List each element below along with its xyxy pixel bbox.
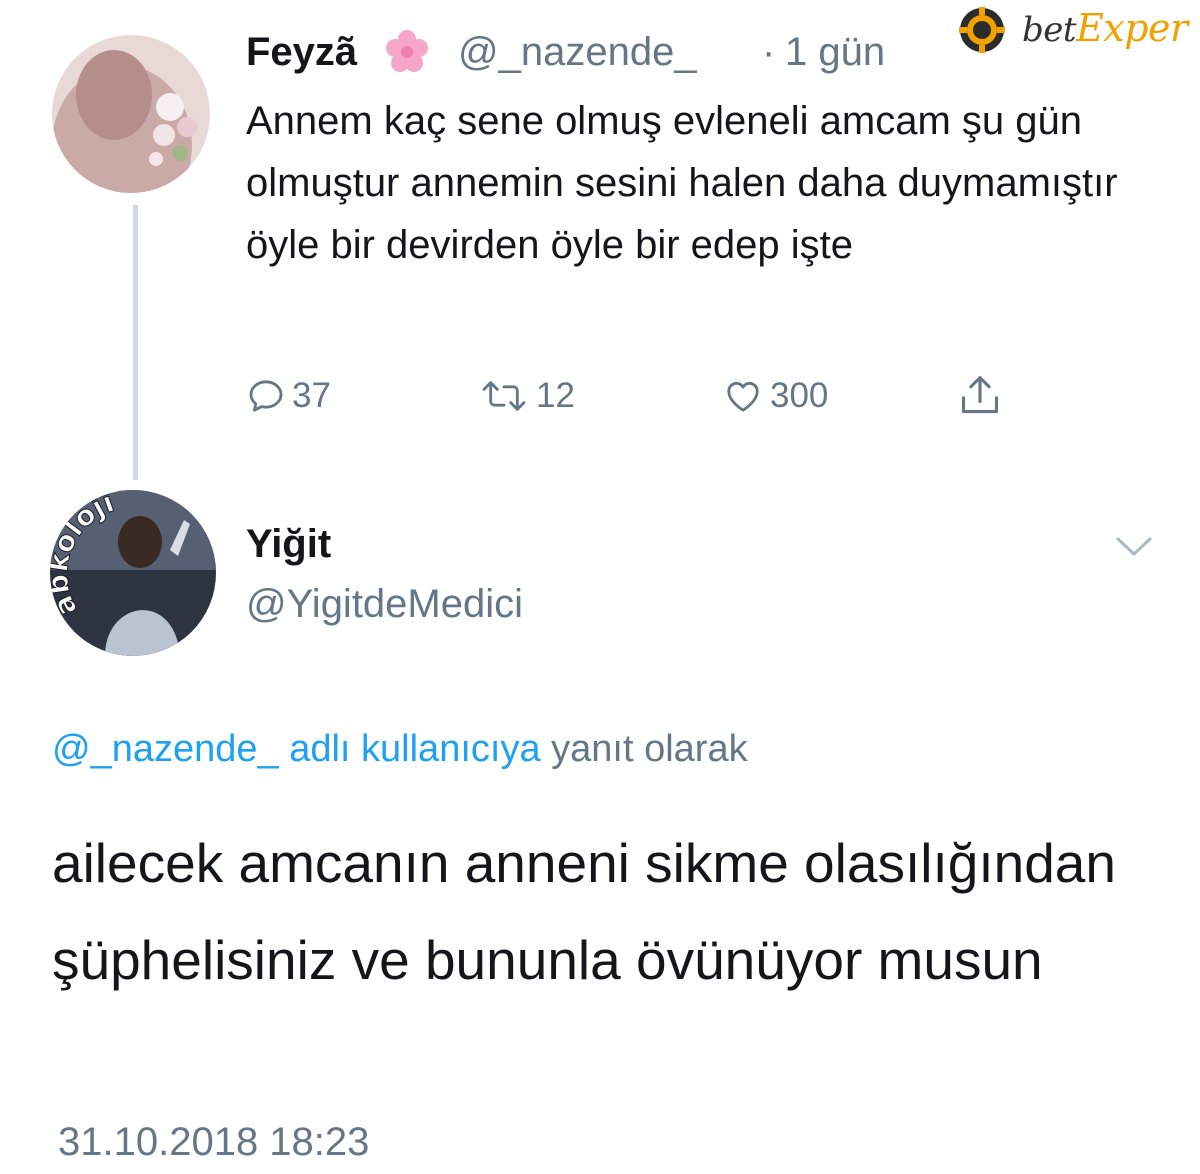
like-button[interactable]: 300 <box>722 372 828 420</box>
avatar-image <box>52 35 210 193</box>
reply-count: 37 <box>292 376 331 415</box>
retweet-count: 12 <box>536 376 575 415</box>
retweet-icon <box>482 381 526 411</box>
reply-to-suffix: yanıt olarak <box>540 728 748 770</box>
avatar[interactable] <box>52 35 210 193</box>
author-handle[interactable]: @_nazende_ <box>458 30 697 75</box>
avatar[interactable]: abkoloji <box>50 490 216 656</box>
reply-to-mid-text[interactable]: adlı kullanıcıya <box>279 728 540 770</box>
reply-to-handle-link[interactable]: @_nazende_ <box>52 728 279 770</box>
reply-button[interactable]: 37 <box>246 372 331 420</box>
separator-dot: · <box>762 30 776 74</box>
poker-chip-icon <box>959 7 1005 53</box>
retweet-button[interactable]: 12 <box>478 372 575 420</box>
author-name[interactable]: Feyzã <box>246 30 357 75</box>
thread-connector-line <box>133 205 138 480</box>
cherry-blossom-icon <box>383 28 431 76</box>
tweet-text: Annem kaç sene olmuş evleneli amcam şu g… <box>246 99 1118 267</box>
chevron-down-icon[interactable] <box>1112 533 1156 561</box>
like-count: 300 <box>770 376 829 415</box>
reply-icon <box>249 380 283 412</box>
replying-to-line: @_nazende_ adlı kullanıcıya yanıt olarak <box>52 728 748 771</box>
tweet-text: ailecek amcanın anneni sikme olasılığınd… <box>52 832 1116 991</box>
heart-icon <box>727 381 759 412</box>
share-icon <box>961 376 999 414</box>
brand-name: betExper <box>1022 6 1188 50</box>
author-handle[interactable]: @YigitdeMedici <box>246 582 523 627</box>
share-button[interactable] <box>958 372 1008 420</box>
tweet-date[interactable]: 31.10.2018 18:23 <box>58 1120 369 1165</box>
author-name[interactable]: Yiğit <box>246 522 331 567</box>
tweet-timestamp[interactable]: 1 gün <box>785 30 885 75</box>
